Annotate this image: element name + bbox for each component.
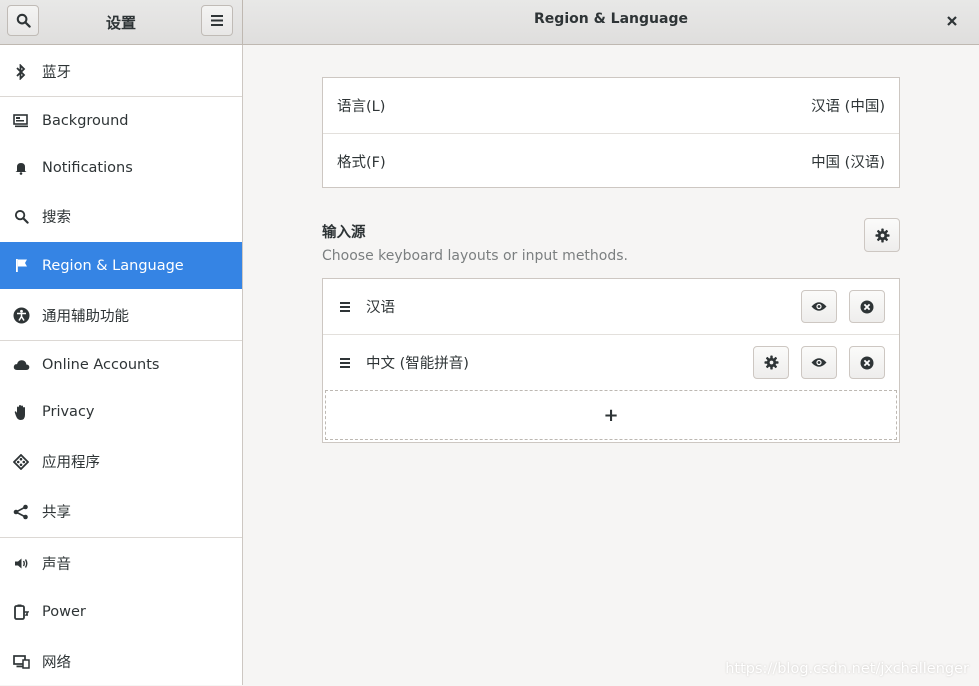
hamburger-icon xyxy=(211,15,223,26)
eye-icon xyxy=(811,302,827,311)
sidebar-item-search[interactable]: 搜索 xyxy=(0,192,242,241)
input-sources-title: 输入源 xyxy=(322,225,366,241)
page-title: Region & Language xyxy=(534,11,688,27)
eye-icon xyxy=(811,358,827,367)
sidebar-item-label: 搜索 xyxy=(42,210,71,226)
sidebar-item-accessibility[interactable]: 通用辅助功能 xyxy=(0,290,242,340)
sidebar-item-applications[interactable]: 应用程序 xyxy=(0,437,242,486)
sidebar-item-power[interactable]: Power xyxy=(0,588,242,636)
sidebar-item-online-accounts[interactable]: Online Accounts xyxy=(0,341,242,388)
sidebar-item-label: Region & Language xyxy=(42,257,184,274)
share-icon xyxy=(12,503,30,521)
language-label: 语言(L) xyxy=(337,99,386,115)
sidebar-item-label: Background xyxy=(42,112,129,129)
sidebar-title: 设置 xyxy=(105,14,136,32)
remove-icon xyxy=(860,356,874,369)
formats-value: 中国 (汉语) xyxy=(811,154,885,171)
input-sources-subtitle: Choose keyboard layouts or input methods… xyxy=(322,248,628,264)
add-icon: + xyxy=(603,404,619,426)
input-source-row[interactable]: 中文 (智能拼音) xyxy=(323,334,899,389)
search-icon xyxy=(12,208,30,226)
bluetooth-icon xyxy=(12,63,30,81)
sidebar-item-label: 共享 xyxy=(42,505,71,521)
language-row[interactable]: 语言(L) 汉语 (中国) xyxy=(323,78,899,133)
sidebar-item-notifications[interactable]: Notifications xyxy=(0,144,242,191)
gear-icon xyxy=(763,355,779,370)
hand-icon xyxy=(12,403,30,421)
power-icon xyxy=(12,603,30,621)
sidebar-item-label: 蓝牙 xyxy=(42,65,71,81)
drag-handle-icon[interactable] xyxy=(340,302,350,312)
accessibility-icon xyxy=(12,306,30,324)
input-sources-list: 汉语 中文 (智能拼音) + xyxy=(322,278,900,443)
gear-icon xyxy=(874,227,890,243)
sidebar-item-label: Privacy xyxy=(42,404,95,420)
input-source-settings-button[interactable] xyxy=(753,346,789,379)
input-source-label: 汉语 xyxy=(366,300,395,316)
sidebar-item-region-language[interactable]: Region & Language xyxy=(0,242,242,289)
sidebar-item-privacy[interactable]: Privacy xyxy=(0,388,242,436)
input-source-preview-button[interactable] xyxy=(801,290,837,323)
content-header: Region & Language xyxy=(243,0,979,45)
search-button[interactable] xyxy=(7,5,39,36)
close-button[interactable] xyxy=(941,10,963,32)
background-icon xyxy=(12,112,30,130)
formats-label: 格式(F) xyxy=(337,154,386,171)
speaker-icon xyxy=(12,554,30,572)
input-source-row[interactable]: 汉语 xyxy=(323,279,899,334)
language-value: 汉语 (中国) xyxy=(811,99,885,115)
language-formats-panel: 语言(L) 汉语 (中国) 格式(F) 中国 (汉语) xyxy=(322,77,900,188)
input-source-remove-button[interactable] xyxy=(849,346,885,379)
sidebar-item-bluetooth[interactable]: 蓝牙 xyxy=(0,48,242,95)
sidebar-item-label: 通用辅助功能 xyxy=(42,308,129,325)
sidebar-item-label: Power xyxy=(42,604,86,620)
sidebar-item-sound[interactable]: 声音 xyxy=(0,538,242,588)
close-icon xyxy=(947,16,957,26)
input-source-label: 中文 (智能拼音) xyxy=(366,355,469,372)
input-sources-options-button[interactable] xyxy=(864,218,900,252)
search-icon xyxy=(16,13,31,28)
network-icon xyxy=(12,653,30,671)
bell-icon xyxy=(12,159,30,177)
sidebar-item-sharing[interactable]: 共享 xyxy=(0,487,242,536)
remove-icon xyxy=(860,300,874,313)
cloud-icon xyxy=(12,356,30,374)
sidebar-item-label: 声音 xyxy=(42,556,71,573)
sidebar-item-network[interactable]: 网络 xyxy=(0,637,242,686)
watermark: https://blog.csdn.net/jxchallenger xyxy=(725,661,969,677)
sidebar-item-label: Online Accounts xyxy=(42,356,160,373)
sidebar-item-background[interactable]: Background xyxy=(0,97,242,144)
applications-icon xyxy=(12,453,30,471)
sidebar: 蓝牙 Background Notifications 搜索 Region & … xyxy=(0,45,243,685)
sidebar-item-label: Notifications xyxy=(42,159,133,176)
formats-row[interactable]: 格式(F) 中国 (汉语) xyxy=(323,133,899,188)
drag-handle-icon[interactable] xyxy=(340,358,350,368)
sidebar-item-label: 网络 xyxy=(42,655,71,671)
sidebar-item-label: 应用程序 xyxy=(42,455,100,471)
menu-button[interactable] xyxy=(201,5,233,36)
input-source-preview-button[interactable] xyxy=(801,346,837,379)
add-input-source-button[interactable]: + xyxy=(325,390,897,440)
sidebar-header: 设置 xyxy=(0,0,243,45)
flag-icon xyxy=(12,257,30,275)
input-source-remove-button[interactable] xyxy=(849,290,885,323)
